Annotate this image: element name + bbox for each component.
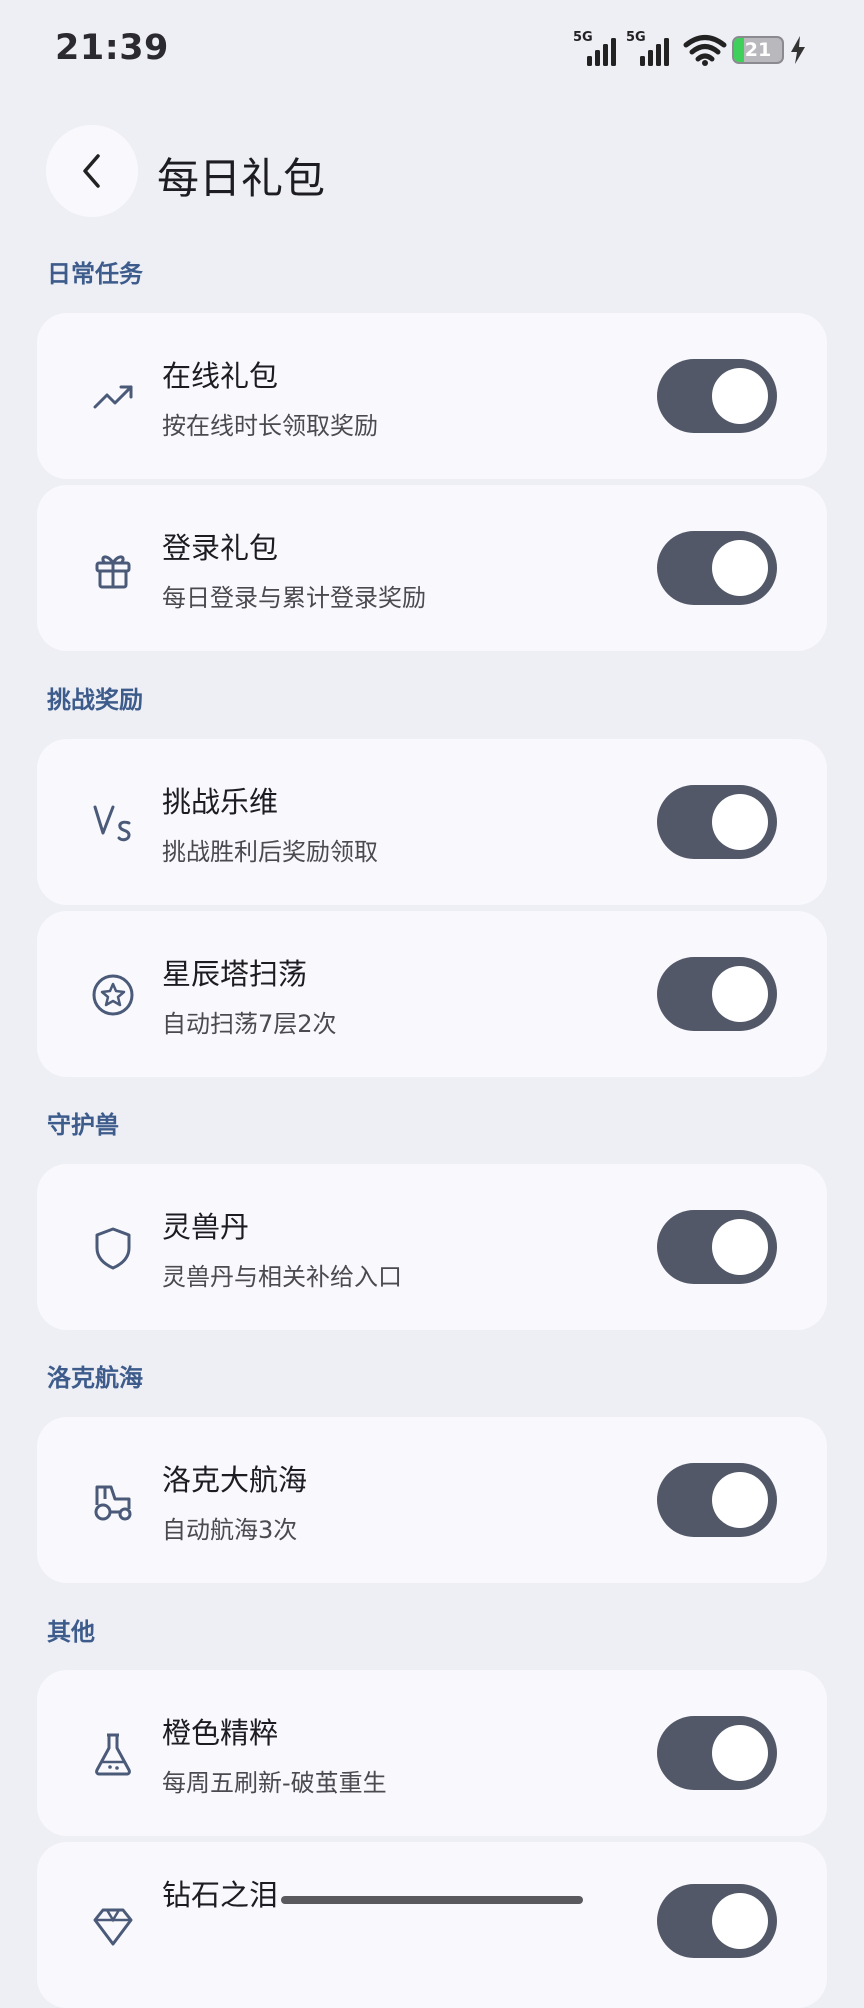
setting-card-orange-essence: 橙色精粹 每周五刷新-破茧重生 [37, 1670, 827, 1836]
setting-title: 洛克大航海 [162, 1463, 308, 1497]
setting-title: 在线礼包 [162, 359, 279, 393]
setting-subtitle: 按在线时长领取奖励 [162, 412, 378, 440]
setting-card-voyage: 洛克大航海 自动航海3次 [37, 1417, 827, 1583]
setting-card-login-gift: 登录礼包 每日登录与累计登录奖励 [37, 485, 827, 651]
setting-card-diamond-tear: 钻石之泪 [37, 1842, 827, 2008]
setting-subtitle: 每日登录与累计登录奖励 [162, 584, 426, 612]
toggle-knob [712, 1725, 768, 1781]
section-challenge-rewards: 挑战奖励 [47, 686, 143, 714]
page-title: 每日礼包 [157, 154, 326, 203]
setting-title: 橙色精粹 [162, 1716, 279, 1750]
flask-icon [95, 1733, 131, 1776]
toggle-switch[interactable] [657, 359, 777, 433]
toggle-switch[interactable] [657, 1884, 777, 1958]
wifi-icon [683, 35, 727, 66]
setting-card-online-gift: 在线礼包 按在线时长领取奖励 [37, 313, 827, 479]
trending-up-icon [93, 385, 133, 409]
gem-icon [93, 1908, 133, 1946]
setting-subtitle: 灵兽丹与相关补给入口 [162, 1263, 402, 1291]
clock: 21:39 [55, 28, 169, 68]
toggle-switch[interactable] [657, 957, 777, 1031]
battery-icon: 21 [732, 36, 784, 64]
shield-icon [95, 1227, 131, 1270]
toggle-switch[interactable] [657, 1716, 777, 1790]
setting-title: 灵兽丹 [162, 1210, 250, 1244]
toggle-knob [712, 540, 768, 596]
chevron-left-icon [83, 154, 100, 188]
toggle-knob [712, 1219, 768, 1275]
toggle-switch[interactable] [657, 1210, 777, 1284]
setting-subtitle: 挑战胜利后奖励领取 [162, 838, 378, 866]
tractor-icon [94, 1485, 132, 1521]
toggle-switch[interactable] [657, 1463, 777, 1537]
section-guardian-beast: 守护兽 [47, 1111, 119, 1139]
home-indicator[interactable] [281, 1896, 583, 1904]
toggle-knob [712, 1472, 768, 1528]
star-circle-icon [92, 974, 134, 1016]
status-bar: 21:39 5G 5G 21 [0, 0, 864, 100]
setting-card-star-tower: 星辰塔扫荡 自动扫荡7层2次 [37, 911, 827, 1077]
toggle-knob [712, 1893, 768, 1949]
setting-title: 登录礼包 [162, 531, 279, 565]
toggle-knob [712, 368, 768, 424]
toggle-knob [712, 966, 768, 1022]
setting-subtitle: 自动航海3次 [162, 1516, 298, 1544]
section-roco-voyage: 洛克航海 [47, 1364, 143, 1392]
setting-subtitle: 自动扫荡7层2次 [162, 1010, 337, 1038]
gift-icon [95, 555, 131, 589]
setting-title: 钻石之泪 [162, 1878, 279, 1912]
back-button[interactable] [46, 125, 138, 217]
toggle-switch[interactable] [657, 531, 777, 605]
setting-card-challenge: 挑战乐维 挑战胜利后奖励领取 [37, 739, 827, 905]
setting-card-beast-pill: 灵兽丹 灵兽丹与相关补给入口 [37, 1164, 827, 1330]
charging-icon [791, 36, 805, 64]
versus-icon [93, 805, 131, 842]
setting-subtitle: 每周五刷新-破茧重生 [162, 1769, 387, 1797]
toggle-switch[interactable] [657, 785, 777, 859]
section-other: 其他 [47, 1618, 95, 1646]
setting-title: 挑战乐维 [162, 785, 279, 819]
toggle-knob [712, 794, 768, 850]
section-daily-tasks: 日常任务 [47, 260, 143, 288]
setting-title: 星辰塔扫荡 [162, 957, 308, 991]
